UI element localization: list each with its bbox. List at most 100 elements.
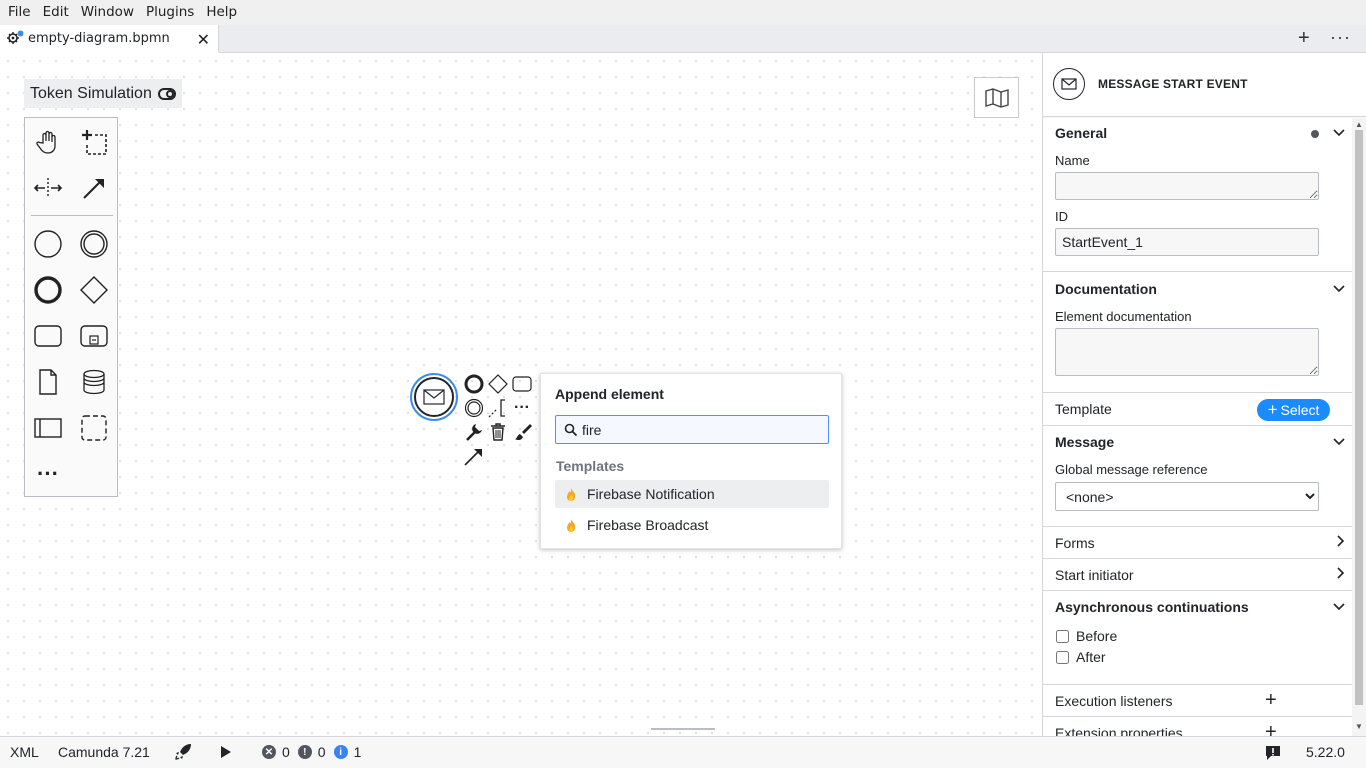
tab-close-icon[interactable]: ✕ [197, 30, 210, 50]
log-panel-handle[interactable] [651, 728, 715, 731]
subprocess-icon[interactable] [76, 318, 112, 354]
message-reference-label: Global message reference [1055, 462, 1208, 477]
documentation-field[interactable] [1055, 328, 1319, 376]
data-object-icon[interactable] [30, 364, 66, 400]
toggle-icon [157, 87, 176, 100]
panel-header-title: MESSAGE START EVENT [1098, 77, 1248, 91]
append-text-annotation-icon[interactable] [487, 397, 509, 419]
tab-bar: empty-diagram.bpmn ✕ + ··· [0, 25, 1366, 53]
deploy-rocket-icon[interactable] [174, 743, 192, 764]
connect-tool-icon[interactable] [76, 170, 112, 206]
group-execution-listeners-title[interactable]: Execution listeners [1055, 693, 1173, 709]
scroll-down-icon[interactable]: ▼ [1355, 722, 1363, 731]
menu-plugins[interactable]: Plugins [140, 0, 200, 25]
minimap-toggle[interactable] [974, 77, 1019, 118]
append-task-icon[interactable] [511, 373, 533, 395]
group-icon[interactable] [76, 410, 112, 446]
group-forms-title[interactable]: Forms [1055, 535, 1095, 551]
popup-title: Append element [555, 386, 664, 402]
new-tab-button[interactable]: + [1298, 28, 1310, 48]
tab-title: empty-diagram.bpmn [28, 30, 170, 46]
scroll-up-icon[interactable]: ▲ [1355, 120, 1363, 129]
tab-more-icon[interactable]: ··· [1330, 27, 1351, 48]
diagram-canvas[interactable]: Token Simulation ··· ··· Append element … [0, 53, 1042, 736]
message-start-event[interactable] [410, 373, 458, 421]
data-store-icon[interactable] [76, 364, 112, 400]
async-after-label: After [1076, 649, 1106, 665]
firebase-flame-icon [565, 518, 577, 532]
group-general: General Name ID [1043, 118, 1353, 272]
gateway-icon[interactable] [76, 272, 112, 308]
infos-count: 1 [353, 744, 362, 760]
group-forms[interactable]: Forms [1043, 527, 1353, 559]
append-end-event-icon[interactable] [463, 373, 485, 395]
problems-counter[interactable]: ✕ 0 ! 0 i 1 [262, 744, 361, 760]
intermediate-event-icon[interactable] [76, 226, 112, 262]
menu-help[interactable]: Help [200, 0, 243, 25]
entry-label: Firebase Notification [587, 486, 715, 502]
group-extension-properties-title[interactable]: Extension properties [1055, 725, 1183, 736]
plus-icon: + [1267, 400, 1278, 419]
start-instance-play-icon[interactable] [220, 745, 232, 762]
map-icon [984, 87, 1009, 108]
menu-window[interactable]: Window [75, 0, 140, 25]
engine-version-button[interactable]: Camunda 7.21 [58, 744, 150, 760]
group-message-title[interactable]: Message [1055, 434, 1114, 450]
documentation-label: Element documentation [1055, 309, 1192, 324]
warnings-count: 0 [317, 744, 326, 760]
task-icon[interactable] [30, 318, 66, 354]
space-tool-icon[interactable] [30, 170, 66, 206]
end-event-icon[interactable] [30, 272, 66, 308]
hand-tool-icon[interactable] [30, 124, 66, 160]
token-simulation-toggle[interactable]: Token Simulation [24, 79, 182, 108]
chevron-right-icon[interactable] [1337, 535, 1345, 550]
message-reference-select[interactable]: <none> [1055, 482, 1319, 511]
popup-search[interactable] [555, 415, 829, 444]
menu-edit[interactable]: Edit [37, 0, 75, 25]
chevron-down-icon[interactable] [1333, 125, 1345, 140]
menu-file[interactable]: File [2, 0, 37, 25]
lasso-tool-icon[interactable] [76, 124, 112, 160]
add-extension-property-icon[interactable]: + [1265, 721, 1277, 736]
id-field[interactable] [1055, 228, 1319, 256]
context-more-icon[interactable]: ··· [511, 397, 533, 419]
popup-entry-firebase-notification[interactable]: Firebase Notification [555, 480, 829, 508]
color-brush-icon[interactable] [511, 421, 533, 443]
start-event-icon[interactable] [30, 226, 66, 262]
id-label: ID [1055, 209, 1068, 224]
chevron-right-icon[interactable] [1337, 567, 1345, 582]
async-before-checkbox[interactable] [1056, 629, 1069, 643]
popup-search-input[interactable] [582, 421, 812, 438]
delete-trash-icon[interactable] [487, 421, 509, 443]
chevron-down-icon[interactable] [1333, 281, 1345, 296]
group-async-title[interactable]: Asynchronous continuations [1055, 599, 1249, 615]
data-marker-dot [1311, 130, 1319, 138]
app-version[interactable]: 5.22.0 [1306, 744, 1345, 760]
chevron-down-icon[interactable] [1333, 434, 1345, 449]
async-after-checkbox[interactable] [1056, 650, 1069, 664]
group-general-title[interactable]: General [1055, 125, 1107, 141]
entry-label: Firebase Broadcast [587, 517, 709, 533]
group-start-initiator[interactable]: Start initiator [1043, 559, 1353, 591]
chevron-down-icon[interactable] [1333, 599, 1345, 614]
tab-empty-diagram[interactable]: empty-diagram.bpmn ✕ [0, 25, 219, 53]
append-gateway-icon[interactable] [487, 373, 509, 395]
xml-view-button[interactable]: XML [10, 744, 39, 760]
group-message: Message Global message reference <none> [1043, 426, 1353, 527]
group-documentation-title[interactable]: Documentation [1055, 281, 1157, 297]
change-type-wrench-icon[interactable] [463, 421, 485, 443]
connect-arrow-icon[interactable] [463, 445, 485, 467]
template-select-button[interactable]: + Select [1257, 399, 1330, 421]
name-field[interactable] [1055, 172, 1319, 200]
palette-more-icon[interactable]: ··· [30, 456, 66, 492]
group-template-title: Template [1055, 401, 1112, 417]
pool-icon[interactable] [30, 410, 66, 446]
panel-header: MESSAGE START EVENT [1043, 53, 1366, 117]
panel-scrollbar[interactable]: ▲ ▼ [1352, 118, 1366, 736]
feedback-icon[interactable] [1265, 745, 1281, 764]
group-start-initiator-title[interactable]: Start initiator [1055, 567, 1134, 583]
add-execution-listener-icon[interactable]: + [1265, 689, 1277, 712]
append-intermediate-event-icon[interactable] [463, 397, 485, 419]
scrollbar-thumb[interactable] [1355, 130, 1363, 705]
popup-entry-firebase-broadcast[interactable]: Firebase Broadcast [555, 511, 829, 539]
